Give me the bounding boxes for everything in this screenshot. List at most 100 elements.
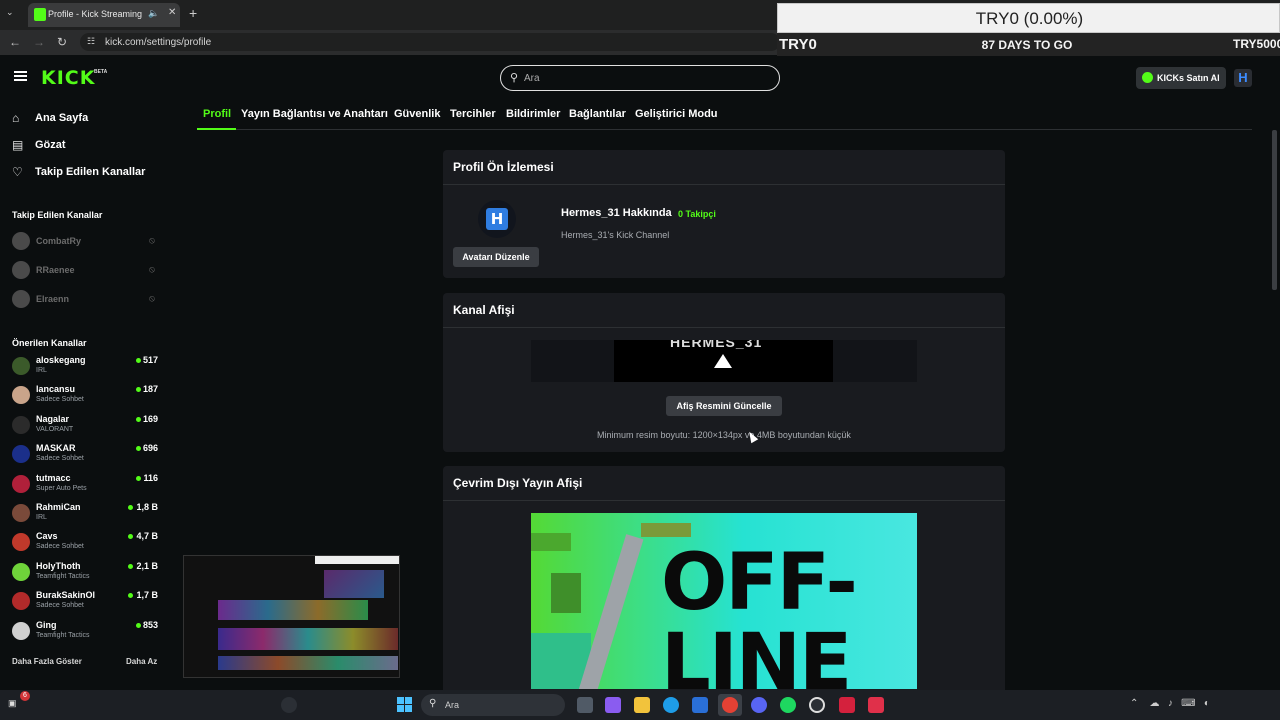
channel-name: tutmacc	[36, 472, 71, 483]
channel-category: IRL	[36, 367, 47, 374]
edit-avatar-button[interactable]: Avatarı Düzenle	[453, 247, 539, 267]
recommended-channel[interactable]: RahmiCan IRL 1,8 B	[12, 500, 160, 526]
tab-connections[interactable]: Bağlantılar	[569, 108, 626, 120]
avatar	[12, 261, 30, 279]
channel-category: Sadece Sohbet	[36, 543, 84, 551]
forward-icon[interactable]: →	[33, 35, 45, 49]
speaker-icon[interactable]: 🔈	[148, 8, 159, 19]
tab-notifications[interactable]: Bildirimler	[506, 108, 560, 120]
viewer-count: 169	[142, 413, 158, 424]
channel-name: Nagalar	[36, 413, 70, 424]
avatar	[12, 290, 30, 308]
viewer-count: 853	[142, 619, 158, 630]
recommended-channel[interactable]: BurakSakinOl Sadece Sohbet 1,7 B	[12, 588, 160, 614]
kick-favicon-icon	[34, 8, 46, 21]
discord-icon[interactable]	[751, 697, 767, 713]
recommended-channel[interactable]: tutmacc Super Auto Pets 116	[12, 471, 160, 497]
ticker-overlay-top: TRY0 (0.00%)	[777, 3, 1280, 33]
banner-image-text: HERMES_31	[670, 340, 763, 350]
search-icon: ⚲	[429, 698, 437, 709]
tab-security[interactable]: Güvenlik	[394, 108, 440, 120]
live-indicator-icon	[136, 387, 141, 393]
offline-icon: ⦸	[149, 235, 155, 245]
close-tab-icon[interactable]: ✕	[168, 7, 176, 18]
channel-category: Teamfight Tactics	[36, 572, 90, 580]
viewer-count: 1,7 B	[136, 590, 158, 601]
taskbar-search[interactable]: ⚲ Ara	[421, 694, 565, 716]
url-text: kick.com/settings/profile	[105, 37, 212, 48]
scrollbar[interactable]	[1272, 130, 1277, 290]
file-explorer-icon[interactable]	[634, 697, 650, 713]
obs-icon[interactable]	[809, 697, 825, 713]
follower-count: 0 Takipçi	[678, 209, 716, 219]
user-avatar[interactable]: H	[1234, 69, 1252, 87]
banner-image[interactable]: HERMES_31	[614, 340, 833, 382]
browser-tab[interactable]: Profile - Kick Streaming 🔈 ✕	[28, 3, 180, 27]
windows-taskbar: ▣ 6 ⚲ Ara ⌃ ☁ ♪ ⌨ ◐	[0, 690, 1280, 720]
offline-banner-image[interactable]: OFF-LINE	[531, 513, 917, 689]
spotify-icon[interactable]	[780, 697, 796, 713]
followed-channel[interactable]: Elraenn ⦸	[12, 289, 160, 309]
tab-profile[interactable]: Profil	[203, 108, 231, 120]
app-icon[interactable]	[839, 697, 855, 713]
reload-icon[interactable]: ↻	[57, 35, 67, 49]
ticker-right: TRY5000	[1233, 37, 1280, 51]
task-view-icon[interactable]	[577, 697, 593, 713]
viewer-count: 517	[142, 355, 158, 365]
live-indicator-icon	[136, 622, 141, 628]
show-more-link[interactable]: Daha Fazla Göster	[12, 657, 82, 666]
recommended-channel[interactable]: Nagalar VALORANT 169	[12, 412, 160, 438]
sidebar-item-label: Takip Edilen Kanallar	[35, 166, 146, 178]
store-icon[interactable]	[692, 697, 708, 713]
copilot-app-icon[interactable]	[605, 697, 621, 713]
site-info-icon[interactable]: ☷	[87, 36, 95, 47]
offline-banner-text: OFF-LINE	[661, 538, 858, 689]
recommended-channel[interactable]: aloskegang IRL 517	[12, 353, 160, 379]
banner-hint: Minimum resim boyutu: 1200×134px ve 4MB …	[597, 430, 851, 440]
kicks-icon	[1142, 72, 1153, 83]
avatar	[12, 562, 30, 581]
windows-start-icon[interactable]	[397, 697, 412, 712]
recommended-channel[interactable]: HolyThoth Teamfight Tactics 2,1 B	[12, 559, 160, 585]
edge-icon[interactable]	[663, 697, 679, 713]
search-placeholder: Ara	[524, 73, 540, 84]
copilot-icon[interactable]	[281, 697, 297, 713]
buy-kicks-button[interactable]: KICKs Satın Al	[1136, 67, 1226, 89]
tab-stream-key[interactable]: Yayın Bağlantısı ve Anahtarı	[241, 108, 388, 120]
card-title: Profil Ön İzlemesi	[453, 160, 554, 174]
channel-name: MASKAR	[36, 443, 76, 454]
kick-logo[interactable]: KICK	[41, 67, 95, 89]
system-tray[interactable]: ⌃ ☁ ♪ ⌨ ◐	[1130, 698, 1210, 709]
url-field[interactable]: ☷ kick.com/settings/profile	[80, 33, 780, 51]
recommended-channel[interactable]: lancansu Sadece Sohbet 187	[12, 382, 160, 408]
followed-channel[interactable]: RRaenee ⦸	[12, 260, 160, 280]
channel-category: IRL	[36, 514, 47, 521]
avatar	[12, 474, 30, 493]
followed-channel[interactable]: CombatRy ⦸	[12, 231, 160, 251]
pixel-block	[551, 573, 581, 613]
window-preview-thumbnail[interactable]	[183, 555, 400, 678]
pixel-block	[531, 533, 571, 551]
recommended-channel[interactable]: Cavs Sadece Sohbet 4,7 B	[12, 529, 160, 555]
recommended-channel[interactable]: Ging Teamfight Tactics 853	[12, 618, 160, 644]
update-banner-button[interactable]: Afiş Resmini Güncelle	[666, 396, 782, 416]
channel-name: CombatRy	[36, 236, 82, 246]
valorant-icon[interactable]	[868, 697, 884, 713]
taskbar-widget[interactable]: ▣	[8, 698, 17, 709]
upload-arrow-icon	[714, 354, 732, 368]
beta-label: BETA	[94, 69, 108, 75]
new-tab-icon[interactable]: +	[189, 5, 197, 21]
channel-name: HolyThoth	[36, 560, 81, 571]
recommended-channel[interactable]: MASKAR Sadece Sohbet 696	[12, 441, 160, 467]
tab-list-icon[interactable]: ⌄	[6, 7, 14, 18]
viewer-count: 1,8 B	[136, 502, 158, 512]
tab-preferences[interactable]: Tercihler	[450, 108, 496, 120]
show-less-link[interactable]: Daha Az	[126, 657, 157, 666]
channel-name: BurakSakinOl	[36, 590, 96, 601]
search-input[interactable]: ⚲ Ara	[500, 65, 780, 91]
menu-icon[interactable]	[14, 71, 27, 81]
tab-developer[interactable]: Geliştirici Modu	[635, 108, 718, 120]
preview-row	[324, 570, 384, 598]
back-icon[interactable]: ←	[9, 35, 21, 49]
profile-description: Hermes_31's Kick Channel	[561, 230, 670, 240]
